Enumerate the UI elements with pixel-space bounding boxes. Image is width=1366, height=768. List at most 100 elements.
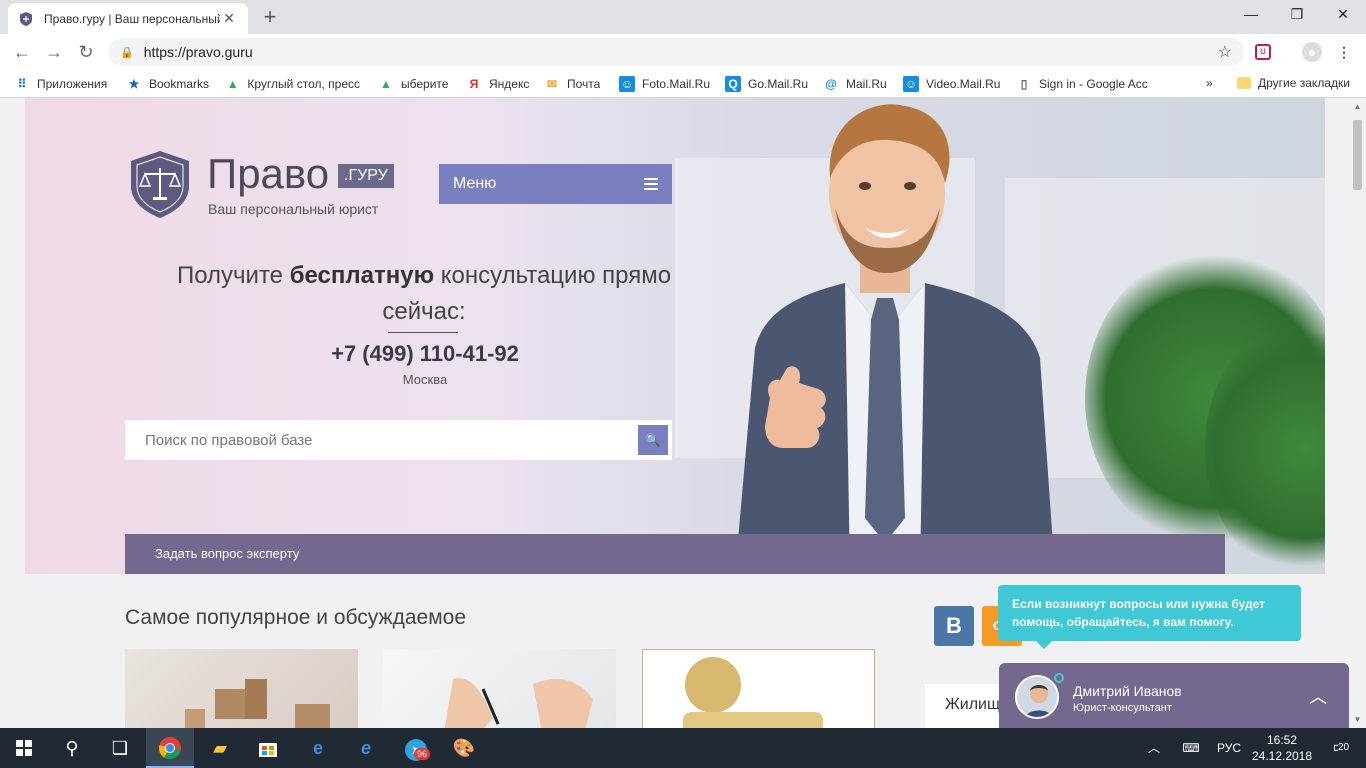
profile-avatar-icon[interactable]: ● [1302,42,1322,62]
scrollbar-thumb[interactable] [1353,120,1362,190]
extension-shield-icon[interactable]: ʊ [1255,44,1271,60]
article-card[interactable] [383,649,616,728]
consultant-avatar [1015,675,1059,719]
brand-badge: .ГУРУ [338,164,394,188]
more-bookmarks-button[interactable]: » [1206,76,1213,90]
menu-button-label: Меню [453,175,497,192]
search-icon: Q [725,76,741,92]
hero-headline: Получите бесплатную консультацию прямо с… [176,262,672,325]
bookmark-go-mailru[interactable]: Q Go.Mail.Ru [725,76,808,92]
chat-tooltip: Если возникнут вопросы или нужна будет п… [998,585,1301,649]
close-window-icon[interactable]: ✕ [1320,0,1366,30]
bookmark-yandex[interactable]: Я Яндекс [466,76,530,92]
hero-banner: Право .ГУРУ Ваш персональный юрист Меню … [25,98,1325,574]
bookmark-bookmarks[interactable]: ★ Bookmarks [126,76,209,92]
url-text: https://pravo.guru [143,44,253,60]
reload-icon[interactable]: ↻ [74,40,98,64]
bookmark-google-signin[interactable]: ▯ Sign in - Google Acc [1016,76,1156,92]
forward-icon[interactable]: → [42,40,66,64]
boxes-photo [185,679,330,728]
folder-icon [1237,77,1251,89]
scales-shield-logo-icon [131,151,189,218]
browser-menu-icon[interactable]: ⋮ [1334,42,1354,62]
tab-strip: Право.гуру | Ваш персональный ✕ + — ❐ ✕ [0,0,1366,34]
system-clock[interactable]: 16:52 24.12.2018 [1250,732,1314,764]
bookmark-star-icon[interactable]: ☆ [1218,42,1232,62]
clock-date: 24.12.2018 [1251,749,1313,763]
city-label: Москва [402,372,448,387]
keyboard-icon[interactable]: ⌨ [1176,728,1206,768]
page-icon: ▯ [1020,77,1028,91]
brand-tagline: Ваш персональный юрист [208,201,379,217]
new-tab-icon[interactable]: + [258,5,282,29]
yandex-icon: Я [469,77,479,91]
chevron-up-icon[interactable]: ︿ [1142,728,1166,768]
chrome-taskbar-icon[interactable] [146,728,194,768]
search-button[interactable]: 🔍 [638,425,668,455]
bookmark-mail[interactable]: ✉ Почта [544,76,600,92]
back-icon[interactable]: ← [10,40,34,64]
notification-count: 20 [1338,742,1350,754]
bookmarks-bar: ⠿ Приложения ★ Bookmarks ▲ Круглый стол,… [0,70,1366,98]
bookmark-foto-mailru[interactable]: ☺ Foto.Mail.Ru [619,76,710,92]
tab-title: Право.гуру | Ваш персональный [44,11,220,26]
windows-taskbar: ⚲ ❏ ▰ e e ➤ 96 🎨 ︿ ⌨ РУС 16:52 24.12.201… [0,728,1366,768]
notifications-icon[interactable]: ▭ 20 [1322,728,1358,768]
bookmark-choose[interactable]: ▲ ыберите [378,76,448,92]
vk-share-button[interactable]: В [934,606,974,646]
store-icon[interactable] [244,728,292,768]
at-icon: @ [825,77,837,91]
star-icon: ★ [128,77,140,91]
bookmark-video-mailru[interactable]: ☺ Video.Mail.Ru [903,76,1000,92]
page-scrollbar[interactable]: ▲ ▼ [1349,98,1366,728]
edge-icon[interactable]: e [294,728,342,768]
brand-name[interactable]: Право [207,150,329,198]
signing-document-photo [444,678,593,728]
article-card[interactable] [125,649,358,728]
address-bar[interactable]: 🔒 https://pravo.guru ☆ [108,38,1244,66]
scroll-up-icon[interactable]: ▲ [1349,98,1366,115]
paint-icon[interactable]: 🎨 [440,728,488,768]
headline-divider [388,332,458,333]
close-tab-icon[interactable]: ✕ [220,10,238,27]
file-explorer-icon[interactable]: ▰ [196,728,244,768]
phone-number[interactable]: +7 (499) 110-41-92 [275,341,575,367]
chevron-up-icon[interactable]: ︿ [1309,683,1327,709]
lawyer-thumbs-up-photo [735,104,1055,574]
internet-explorer-icon[interactable]: e [342,728,390,768]
search-icon[interactable]: ⚲ [48,728,96,768]
online-status-icon [1054,673,1064,683]
ask-expert-bar[interactable]: Задать вопрос эксперту [125,534,1225,574]
bookmark-round-table[interactable]: ▲ Круглый стол, пресс [225,76,360,92]
bookmark-mailru[interactable]: @ Mail.Ru [823,76,887,92]
input-language[interactable]: РУС [1212,728,1246,768]
windows-start-icon[interactable] [0,728,48,768]
bookmark-apps[interactable]: ⠿ Приложения [14,76,108,92]
mail-icon: ✉ [546,77,558,91]
maximize-icon[interactable]: ❐ [1274,0,1320,30]
consultant-name: Дмитрий Иванов [1073,683,1182,699]
telegram-icon[interactable]: ➤ 96 [392,728,440,768]
scroll-down-icon[interactable]: ▼ [1349,711,1366,728]
lock-icon: 🔒 [120,46,134,59]
browser-toolbar: ← → ↻ 🔒 https://pravo.guru ☆ ʊ ● ⋮ [0,34,1366,70]
hamburger-icon [644,175,658,193]
mailru-icon: ☺ [619,76,635,92]
popular-section-title: Самое популярное и обсуждаемое [125,606,466,629]
menu-button[interactable]: Меню [439,164,672,204]
minimize-icon[interactable]: — [1228,0,1274,30]
clock-time: 16:52 [1266,733,1298,747]
legal-search-input[interactable] [125,420,638,460]
mailru-icon: ☺ [903,76,919,92]
page-viewport: Право .ГУРУ Ваш персональный юрист Меню … [0,98,1349,728]
google-drive-icon: ▲ [380,77,392,91]
article-card[interactable] [642,649,875,728]
telegram-unread-badge: 96 [414,748,431,760]
legal-search-bar: 🔍 [125,420,672,460]
task-view-icon[interactable]: ❏ [96,728,144,768]
consultant-role: Юрист-консультант [1073,702,1172,714]
browser-tab[interactable]: Право.гуру | Ваш персональный ✕ [8,3,248,34]
search-icon: 🔍 [645,433,661,447]
other-bookmarks-folder[interactable]: Другие закладки [1237,76,1350,90]
chat-widget[interactable]: Дмитрий Иванов Юрист-консультант ︿ [999,663,1349,728]
